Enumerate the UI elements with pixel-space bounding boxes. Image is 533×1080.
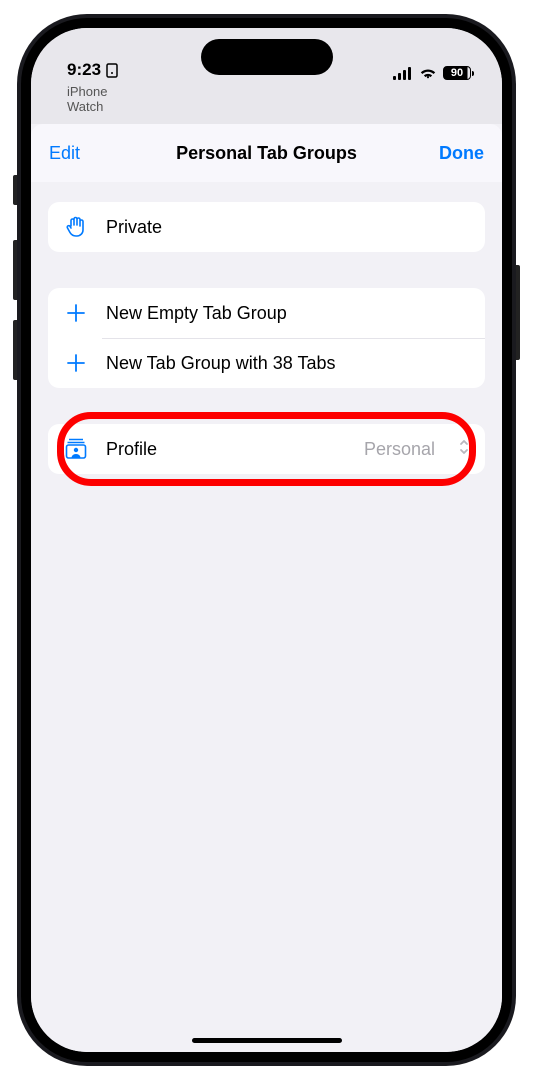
profile-label: Profile (106, 439, 346, 460)
done-button[interactable]: Done (439, 143, 484, 164)
new-group-section: New Empty Tab Group New Tab Group with 3… (48, 288, 485, 388)
new-empty-label: New Empty Tab Group (106, 303, 469, 324)
screen: 9:23 90 (31, 28, 502, 1052)
focus-icon (106, 63, 118, 78)
phone-frame: 9:23 90 (17, 14, 516, 1066)
private-group: Private (48, 202, 485, 252)
status-time: 9:23 (67, 60, 101, 80)
hand-icon (64, 215, 88, 239)
background-app-peek: iPhone Watch (31, 84, 502, 124)
edit-button[interactable]: Edit (49, 143, 80, 164)
profile-value: Personal (364, 439, 435, 460)
up-down-chevron-icon (459, 439, 469, 460)
new-empty-tab-group-row[interactable]: New Empty Tab Group (48, 288, 485, 338)
sheet-header: Edit Personal Tab Groups Done (31, 124, 502, 182)
battery-icon: 90 (443, 66, 474, 80)
private-label: Private (106, 217, 469, 238)
cellular-signal-icon (393, 67, 413, 80)
new-with-tabs-label: New Tab Group with 38 Tabs (106, 353, 469, 374)
profile-icon (64, 438, 88, 460)
plus-icon (64, 353, 88, 373)
plus-icon (64, 303, 88, 323)
new-tab-group-with-tabs-row[interactable]: New Tab Group with 38 Tabs (48, 338, 485, 388)
private-row[interactable]: Private (48, 202, 485, 252)
wifi-icon (419, 67, 437, 80)
tab-groups-sheet: Edit Personal Tab Groups Done Private (31, 124, 502, 1052)
profile-section: Profile Personal (48, 424, 485, 474)
home-indicator[interactable] (192, 1038, 342, 1043)
profile-row[interactable]: Profile Personal (48, 424, 485, 474)
dynamic-island (201, 39, 333, 75)
sheet-title: Personal Tab Groups (31, 143, 502, 164)
